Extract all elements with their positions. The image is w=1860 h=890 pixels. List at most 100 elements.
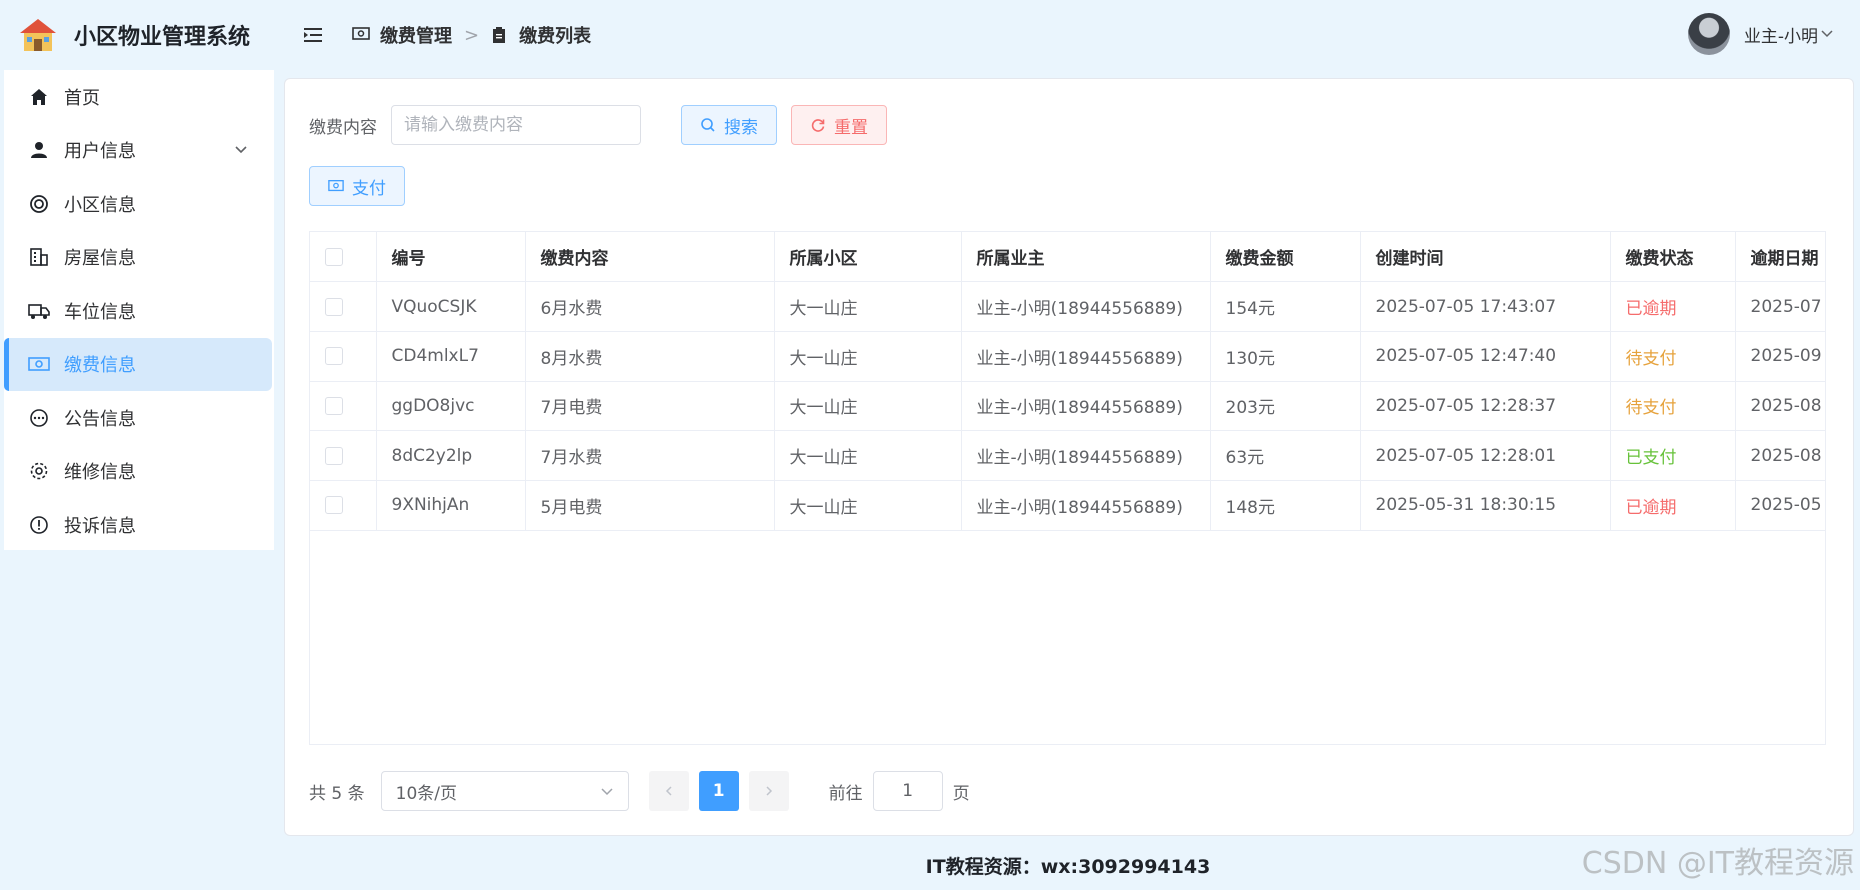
table-row: VQuoCSJK 6月水费 大一山庄 业主-小明(18944556889) 15… [310, 281, 1825, 332]
sidebar-item-label: 用户信息 [64, 141, 136, 163]
sidebar-item-users[interactable]: 用户信息 [4, 124, 274, 178]
sidebar-item-parking[interactable]: 车位信息 [4, 284, 274, 338]
cell-amount: 148元 [1210, 480, 1361, 531]
clipboard-icon [491, 26, 509, 44]
pagination: 共 5 条 10条/页 1 前往 页 [309, 771, 970, 811]
prev-page-button[interactable] [648, 771, 689, 811]
cell-due: 2025-09 [1735, 331, 1825, 382]
sidebar-item-notice[interactable]: 公告信息 [4, 391, 274, 445]
chevron-down-icon [1821, 30, 1833, 38]
page-size-value: 10条/页 [395, 783, 457, 804]
cell-owner: 业主-小明(18944556889) [961, 430, 1211, 481]
column-header: 缴费金额 [1210, 232, 1361, 283]
row-checkbox[interactable] [325, 347, 343, 366]
avatar [1687, 13, 1730, 55]
menu-fold-icon[interactable] [302, 24, 324, 46]
cell-community: 大一山庄 [774, 430, 962, 481]
cell-due: 2025-08 [1735, 430, 1825, 481]
row-checkbox[interactable] [325, 446, 343, 465]
sidebar-item-home[interactable]: 首页 [4, 70, 274, 124]
search-bar: 缴费内容 搜索 重置 [309, 105, 887, 145]
select-all-checkbox[interactable] [325, 247, 343, 266]
table-row: 9XNihjAn 5月电费 大一山庄 业主-小明(18944556889) 14… [310, 480, 1825, 531]
status-badge: 已逾期 [1610, 480, 1736, 531]
chevron-down-icon [235, 145, 247, 153]
cell-id: 9XNihjAn [376, 480, 526, 531]
chevron-right-icon [766, 786, 772, 796]
chevron-down-icon [601, 788, 613, 796]
user-menu[interactable]: 业主-小明 [1687, 13, 1834, 55]
breadcrumb: 缴费管理 > 缴费列表 [352, 22, 591, 48]
cell-content: 7月水费 [525, 430, 775, 481]
column-header: 缴费内容 [525, 232, 775, 283]
search-button[interactable]: 搜索 [681, 105, 777, 145]
sidebar-item-payment[interactable]: 缴费信息 [4, 337, 272, 391]
sidebar-item-community[interactable]: 小区信息 [4, 177, 274, 231]
user-name: 业主-小明 [1743, 26, 1818, 47]
sidebar-item-label: 房屋信息 [64, 248, 136, 270]
goto-page-input[interactable] [872, 771, 943, 811]
sidebar-item-house[interactable]: 房屋信息 [4, 231, 274, 285]
next-page-button[interactable] [748, 771, 789, 811]
breadcrumb-separator: > [464, 24, 480, 46]
cell-created: 2025-07-05 17:43:07 [1360, 281, 1611, 332]
home-icon [28, 86, 50, 108]
row-select-cell [310, 430, 377, 481]
chat-icon [28, 407, 50, 429]
sidebar-item-repair[interactable]: 维修信息 [4, 445, 274, 499]
row-checkbox[interactable] [325, 297, 343, 316]
breadcrumb-item[interactable]: 缴费管理 [380, 22, 452, 48]
select-all-cell [310, 232, 377, 283]
status-badge: 已逾期 [1610, 281, 1736, 332]
sidebar-item-label: 投诉信息 [64, 515, 136, 537]
sidebar-item-label: 车位信息 [64, 301, 136, 323]
sidebar-item-label: 首页 [64, 87, 100, 109]
status-badge: 已支付 [1610, 430, 1736, 481]
reset-button[interactable]: 重置 [791, 105, 887, 145]
row-select-cell [310, 480, 377, 531]
cell-content: 6月水费 [525, 281, 775, 332]
breadcrumb-item-current: 缴费列表 [519, 26, 592, 47]
pay-button[interactable]: 支付 [309, 166, 405, 206]
page-size-select[interactable]: 10条/页 [380, 771, 629, 811]
table-row: 8dC2y2lp 7月水费 大一山庄 业主-小明(18944556889) 63… [310, 430, 1825, 481]
row-select-cell [310, 331, 377, 382]
cell-amount: 154元 [1210, 281, 1361, 332]
table-row: CD4mlxL7 8月水费 大一山庄 业主-小明(18944556889) 13… [310, 331, 1825, 382]
total-count: 共 5 条 [309, 783, 365, 804]
search-label: 缴费内容 [309, 117, 377, 138]
cell-community: 大一山庄 [774, 331, 962, 382]
table-header-row: 编号 缴费内容 所属小区 所属业主 缴费金额 创建时间 缴费状态 逾期日期 [310, 232, 1825, 283]
house-logo-icon [20, 19, 56, 51]
sidebar: 小区物业管理系统 首页 用户信息 小区信息 房屋信息 车位信息 缴费信息 公告信… [0, 0, 274, 890]
cell-community: 大一山庄 [774, 281, 962, 332]
cell-created: 2025-05-31 18:30:15 [1360, 480, 1611, 531]
cell-community: 大一山庄 [774, 480, 962, 531]
goto-label: 前往 [828, 783, 863, 804]
cell-owner: 业主-小明(18944556889) [961, 480, 1211, 531]
cell-due: 2025-05 [1735, 480, 1825, 531]
page-suffix: 页 [952, 783, 970, 804]
sidebar-item-complaint[interactable]: 投诉信息 [4, 498, 274, 552]
cell-community: 大一山庄 [774, 381, 962, 432]
truck-icon [28, 300, 50, 322]
sidebar-menu: 首页 用户信息 小区信息 房屋信息 车位信息 缴费信息 公告信息 维修信息 投诉… [4, 70, 274, 550]
row-select-cell [310, 381, 377, 432]
row-checkbox[interactable] [325, 396, 343, 415]
chevron-left-icon [665, 786, 672, 796]
cell-due: 2025-08 [1735, 381, 1825, 432]
page-number-current[interactable]: 1 [698, 771, 739, 811]
reset-button-label: 重置 [834, 117, 868, 138]
cell-created: 2025-07-05 12:28:37 [1360, 381, 1611, 432]
row-checkbox[interactable] [325, 496, 343, 515]
table-row: ggDO8jvc 7月电费 大一山庄 业主-小明(18944556889) 20… [310, 381, 1825, 432]
brand: 小区物业管理系统 [0, 0, 274, 70]
row-select-cell [310, 281, 377, 332]
sidebar-item-label: 公告信息 [64, 408, 136, 430]
cell-amount: 63元 [1210, 430, 1361, 481]
search-input[interactable] [391, 105, 641, 145]
warning-icon [28, 514, 50, 536]
column-header: 创建时间 [1360, 232, 1611, 283]
refresh-icon [810, 117, 826, 133]
footer-text: IT教程资源：wx:3092994143 [925, 855, 1211, 878]
